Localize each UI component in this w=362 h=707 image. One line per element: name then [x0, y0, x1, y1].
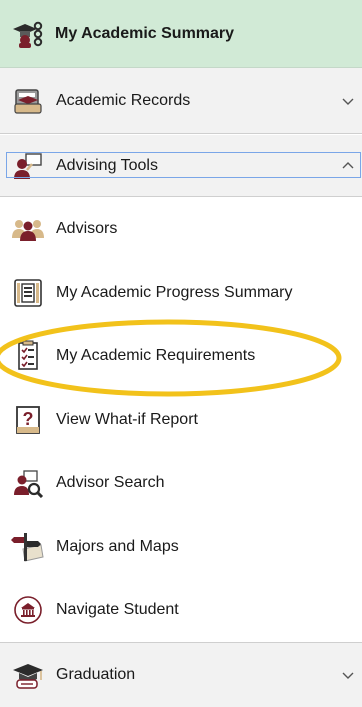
nav-item-label: Majors and Maps [56, 538, 179, 555]
nav-item-my-academic-summary[interactable]: My Academic Summary [0, 0, 362, 68]
nav-item-label: My Academic Summary [55, 24, 235, 42]
graduation-cap-icon [10, 657, 46, 693]
requirements-checklist-icon [10, 338, 46, 374]
navigate-building-icon [10, 592, 46, 628]
nav-section-label: Graduation [56, 666, 136, 683]
nav-item-view-what-if-report[interactable]: ? View What-if Report [0, 389, 362, 451]
advising-tools-icon [10, 148, 46, 184]
nav-item-navigate-student[interactable]: Navigate Student [0, 579, 362, 641]
nav-section-label: Academic Records [56, 91, 191, 109]
chevron-down-icon[interactable] [340, 93, 356, 109]
records-folder-icon [10, 83, 46, 119]
nav-item-advisors[interactable]: Advisors [0, 198, 362, 260]
nav-section-advising-tools[interactable]: Advising Tools [0, 135, 362, 197]
left-navigation-panel: My Academic Summary Academic Records Adv… [0, 0, 362, 707]
nav-item-majors-and-maps[interactable]: Majors and Maps [0, 516, 362, 578]
advisors-people-icon [10, 211, 46, 247]
advisor-search-icon [10, 465, 46, 501]
svg-text:?: ? [23, 409, 34, 429]
nav-item-label: Advisor Search [56, 474, 165, 491]
progress-document-icon [10, 275, 46, 311]
nav-item-my-academic-progress-summary[interactable]: My Academic Progress Summary [0, 262, 362, 324]
chevron-down-icon[interactable] [340, 667, 356, 683]
student-summary-icon [10, 16, 46, 52]
nav-section-graduation[interactable]: Graduation [0, 642, 362, 707]
nav-item-label: My Academic Progress Summary [56, 284, 293, 301]
nav-item-label: View What-if Report [56, 411, 198, 428]
nav-item-label: Advisors [56, 220, 118, 237]
nav-section-academic-records[interactable]: Academic Records [0, 68, 362, 134]
nav-section-label: Advising Tools [56, 156, 158, 174]
signpost-map-icon [10, 529, 46, 565]
nav-item-advisor-search[interactable]: Advisor Search [0, 452, 362, 514]
what-if-question-icon: ? [10, 402, 46, 438]
chevron-up-icon[interactable] [340, 158, 356, 174]
nav-item-my-academic-requirements[interactable]: My Academic Requirements [0, 325, 362, 387]
nav-item-label: My Academic Requirements [56, 347, 256, 364]
nav-item-label: Navigate Student [56, 601, 179, 618]
